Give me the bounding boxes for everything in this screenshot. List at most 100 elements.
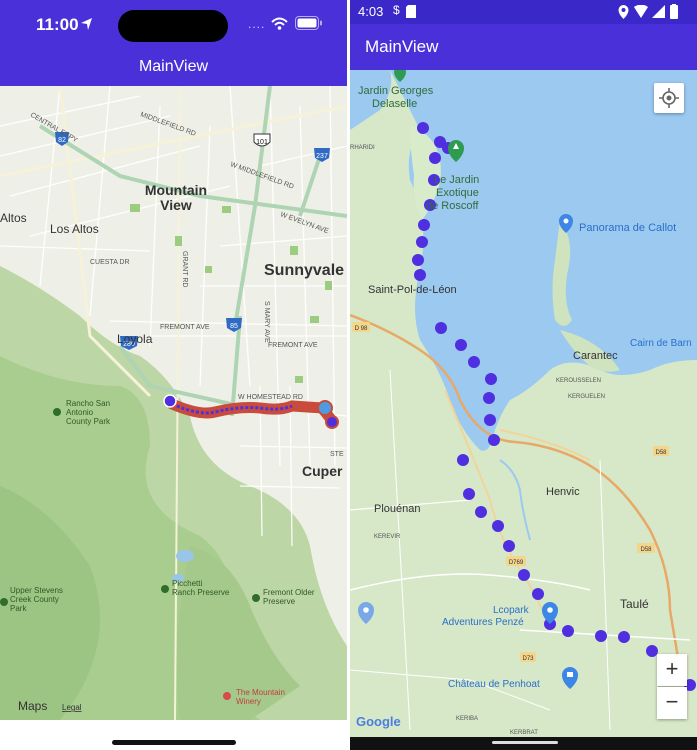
map-label-chateau: Château de Penhoat	[448, 679, 540, 690]
map-label-keriba: KERIBA	[456, 716, 478, 722]
map-label-cuesta-dr: CUESTA DR	[90, 259, 130, 266]
legal-link[interactable]: Legal	[62, 703, 82, 712]
road-shield-d769: D769	[506, 556, 526, 566]
wifi-icon	[271, 17, 288, 30]
dynamic-island	[118, 10, 228, 42]
map-label-fremont-ave: FREMONT AVE	[160, 324, 210, 331]
route-dot	[503, 540, 515, 552]
ios-navigation-bar: MainView	[0, 48, 347, 86]
android-navigation-bar	[350, 737, 697, 750]
map-label-pharidi: RHARIDI	[350, 145, 375, 151]
map-label-plouenan: Plouénan	[374, 503, 421, 515]
route-dot	[429, 152, 441, 164]
svg-text:D73: D73	[522, 656, 534, 662]
highway-shield-101: 101	[253, 133, 271, 147]
map-label-kerbrat: KERBRAT	[510, 730, 538, 736]
signal-icon	[652, 5, 665, 18]
apple-map-view[interactable]: 82 101 237 85 280 Mountain View Sunnyvale…	[0, 86, 347, 720]
svg-text:D58: D58	[640, 547, 652, 553]
map-label-loyola: Loyola	[117, 332, 153, 346]
page-title: MainView	[138, 58, 209, 75]
route-dot	[485, 373, 497, 385]
route-dot	[595, 630, 607, 642]
gesture-handle[interactable]	[492, 741, 558, 744]
map-label-sunnyvale: Sunnyvale	[264, 262, 344, 279]
wifi-icon	[634, 5, 648, 18]
road-shield-d58b: D58	[653, 446, 669, 456]
home-indicator[interactable]	[112, 740, 236, 745]
battery-icon	[670, 4, 678, 19]
svg-text:D 98: D 98	[355, 326, 368, 332]
home-indicator-area	[0, 720, 347, 750]
route-dot	[618, 631, 630, 643]
road-shield-d58: D58	[637, 543, 655, 553]
route-dot	[414, 269, 426, 281]
route-dot	[468, 356, 480, 368]
google-map-view[interactable]: D 98 D58 D769 D73 D58 Jardin Georges Del…	[350, 70, 697, 737]
route-dot	[463, 488, 475, 500]
map-label-taule: Taulé	[620, 597, 649, 611]
map-label-homestead-rd: W HOMESTEAD RD	[238, 394, 303, 401]
route-dot	[418, 219, 430, 231]
route-dot	[488, 434, 500, 446]
zoom-in-button[interactable]: +	[657, 654, 687, 686]
status-time: 11:00	[36, 15, 79, 34]
map-label-cupertino: Cuper	[302, 463, 343, 479]
android-emulator-screen: 4:03 $ MainView D 98 D58 D769 D73 D58 Ja…	[350, 0, 697, 750]
route-dot	[483, 392, 495, 404]
location-arrow-icon	[81, 18, 92, 30]
route-start-dot	[163, 394, 177, 408]
map-label-henvic: Henvic	[546, 486, 580, 498]
route-end-dot	[325, 415, 339, 429]
current-location-dot	[317, 400, 333, 416]
page-title: MainView	[365, 37, 439, 56]
android-status-bar: 4:03 $	[350, 0, 697, 24]
route-dot	[416, 236, 428, 248]
signal-dots: ....	[248, 17, 266, 31]
map-label-kerguelen: KERGUELEN	[568, 394, 605, 400]
google-logo: Google	[356, 714, 401, 729]
map-label-los-altos: Los Altos	[50, 222, 99, 236]
route-dot	[562, 625, 574, 637]
map-label-fremont-ave-2: FREMONT AVE	[268, 342, 318, 349]
sd-card-icon	[406, 5, 416, 18]
svg-text:D58: D58	[655, 450, 667, 456]
crosshair-icon	[659, 88, 679, 108]
svg-text:D769: D769	[509, 560, 524, 566]
android-app-bar: MainView	[350, 24, 697, 70]
road-shield-d73: D73	[520, 652, 536, 662]
map-label-ste: STE	[330, 451, 344, 458]
route-dot	[532, 588, 544, 600]
battery-icon	[295, 16, 322, 30]
svg-text:85: 85	[230, 323, 238, 330]
status-time: 4:03	[358, 4, 384, 19]
dollar-notification-icon: $	[393, 3, 400, 17]
svg-text:237: 237	[316, 153, 328, 160]
map-label-kerevir: KEREVIR	[374, 534, 401, 540]
route-dot	[475, 506, 487, 518]
map-label-cairn: Cairn de Barn	[630, 338, 692, 349]
map-label-grant-rd: GRANT RD	[181, 251, 188, 287]
my-location-button[interactable]	[654, 83, 684, 113]
map-label-kerousselen: KEROUSSELEN	[556, 378, 601, 384]
map-label-s-mary-ave: S MARY AVE	[263, 301, 270, 343]
route-dot	[435, 322, 447, 334]
map-label-saint-pol: Saint-Pol-de-Léon	[368, 284, 457, 296]
map-label-altos: Altos	[0, 211, 27, 225]
location-pin-icon	[618, 5, 629, 19]
route-dot	[455, 339, 467, 351]
route-dot	[412, 254, 424, 266]
route-dot	[518, 569, 530, 581]
route-dot	[417, 122, 429, 134]
map-label-panorama: Panorama de Callot	[579, 222, 676, 234]
maps-brand: Maps	[18, 699, 47, 713]
route-dot	[457, 454, 469, 466]
map-label-carantec: Carantec	[573, 350, 618, 362]
ios-status-bar: 11:00 ....	[0, 0, 347, 48]
route-dot	[492, 520, 504, 532]
highway-shield-237: 237	[314, 148, 330, 162]
route-dot	[484, 414, 496, 426]
zoom-out-button[interactable]: −	[657, 687, 687, 719]
road-shield-d98: D 98	[352, 322, 370, 332]
svg-text:101: 101	[256, 139, 268, 146]
